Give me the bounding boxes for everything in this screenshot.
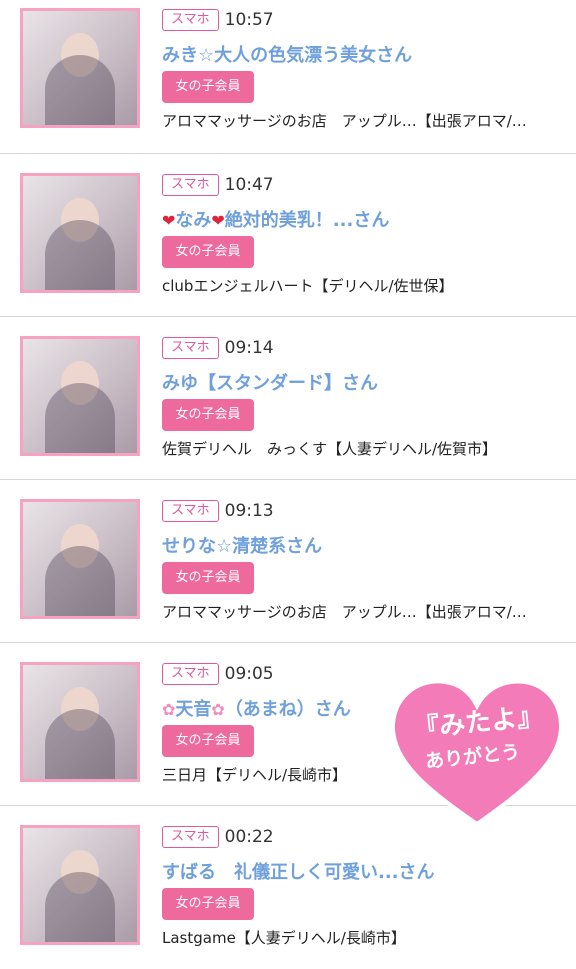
photo-body	[45, 872, 115, 942]
shop-name: Lastgame【人妻デリヘル/長崎市】	[162, 929, 406, 947]
photo-body	[45, 55, 115, 125]
girl-name-part: 天音	[175, 699, 212, 720]
profile-photo[interactable]	[20, 662, 140, 782]
photo-body	[45, 546, 115, 616]
entry-meta: スマホ 10:47	[162, 174, 274, 196]
girl-name-part: （あまね）さん	[224, 699, 351, 720]
device-badge: スマホ	[162, 826, 219, 848]
device-badge: スマホ	[162, 174, 219, 196]
profile-photo[interactable]	[20, 8, 140, 128]
mitayo-heart-sticker: 『みたよ』 ありがとう	[387, 672, 567, 832]
list-item[interactable]: スマホ 10:47 ❤なみ❤絶対的美乳！...さん 女の子会員 clubエンジェル…	[0, 154, 576, 317]
profile-photo[interactable]	[20, 499, 140, 619]
girl-name-part: なみ	[175, 210, 212, 231]
profile-photo[interactable]	[20, 825, 140, 945]
entry-meta: スマホ 09:05	[162, 663, 274, 685]
girl-name-link[interactable]: みき☆大人の色気漂う美女さん	[162, 41, 412, 67]
shop-name: アロママッサージのお店 アップル…【出張アロマ/…	[162, 603, 527, 621]
member-badge: 女の子会員	[162, 888, 254, 920]
photo-body	[45, 383, 115, 453]
girl-name-link[interactable]: せりな☆清楚系さん	[162, 532, 322, 558]
photo-body	[45, 709, 115, 779]
cherry-blossom-icon: ✿	[211, 700, 225, 719]
member-badge: 女の子会員	[162, 562, 254, 594]
shop-name: clubエンジェルハート【デリヘル/佐世保】	[162, 277, 454, 295]
list-item[interactable]: スマホ 10:57 みき☆大人の色気漂う美女さん 女の子会員 アロママッサージのお…	[0, 0, 576, 154]
girl-name-part: 絶対的美乳！...さん	[224, 210, 390, 231]
entry-meta: スマホ 10:57	[162, 9, 274, 31]
visit-time: 10:47	[224, 175, 274, 195]
photo-body	[45, 220, 115, 290]
device-badge: スマホ	[162, 500, 219, 522]
member-badge: 女の子会員	[162, 236, 254, 268]
device-badge: スマホ	[162, 9, 219, 31]
entry-meta: スマホ 09:13	[162, 500, 274, 522]
member-badge: 女の子会員	[162, 71, 254, 103]
heart-icon: ❤	[211, 211, 225, 230]
profile-photo[interactable]	[20, 336, 140, 456]
girl-name-link[interactable]: ❤なみ❤絶対的美乳！...さん	[162, 206, 389, 232]
visit-time: 00:22	[224, 827, 274, 847]
heart-icon: ❤	[162, 211, 176, 230]
entry-meta: スマホ 00:22	[162, 826, 274, 848]
member-badge: 女の子会員	[162, 725, 254, 757]
device-badge: スマホ	[162, 337, 219, 359]
girl-name-link[interactable]: ✿天音✿（あまね）さん	[162, 695, 351, 721]
shop-name: 佐賀デリヘル みっくす【人妻デリヘル/佐賀市】	[162, 440, 498, 458]
visit-time: 10:57	[224, 10, 274, 30]
entry-meta: スマホ 09:14	[162, 337, 274, 359]
girl-name-link[interactable]: みゆ【スタンダード】さん	[162, 369, 378, 395]
cherry-blossom-icon: ✿	[162, 700, 176, 719]
visit-time: 09:14	[224, 338, 274, 358]
list-item[interactable]: スマホ 09:13 せりな☆清楚系さん 女の子会員 アロママッサージのお店 アップ…	[0, 480, 576, 643]
list-item[interactable]: スマホ 09:14 みゆ【スタンダード】さん 女の子会員 佐賀デリヘル みっくす【…	[0, 317, 576, 480]
shop-name: アロママッサージのお店 アップル…【出張アロマ/…	[162, 112, 527, 130]
visit-time: 09:05	[224, 664, 274, 684]
member-badge: 女の子会員	[162, 399, 254, 431]
girl-name-link[interactable]: すばる 礼儀正しく可愛い...さん	[162, 858, 435, 884]
device-badge: スマホ	[162, 663, 219, 685]
visit-time: 09:13	[224, 501, 274, 521]
shop-name: 三日月【デリヘル/長崎市】	[162, 766, 348, 784]
profile-photo[interactable]	[20, 173, 140, 293]
